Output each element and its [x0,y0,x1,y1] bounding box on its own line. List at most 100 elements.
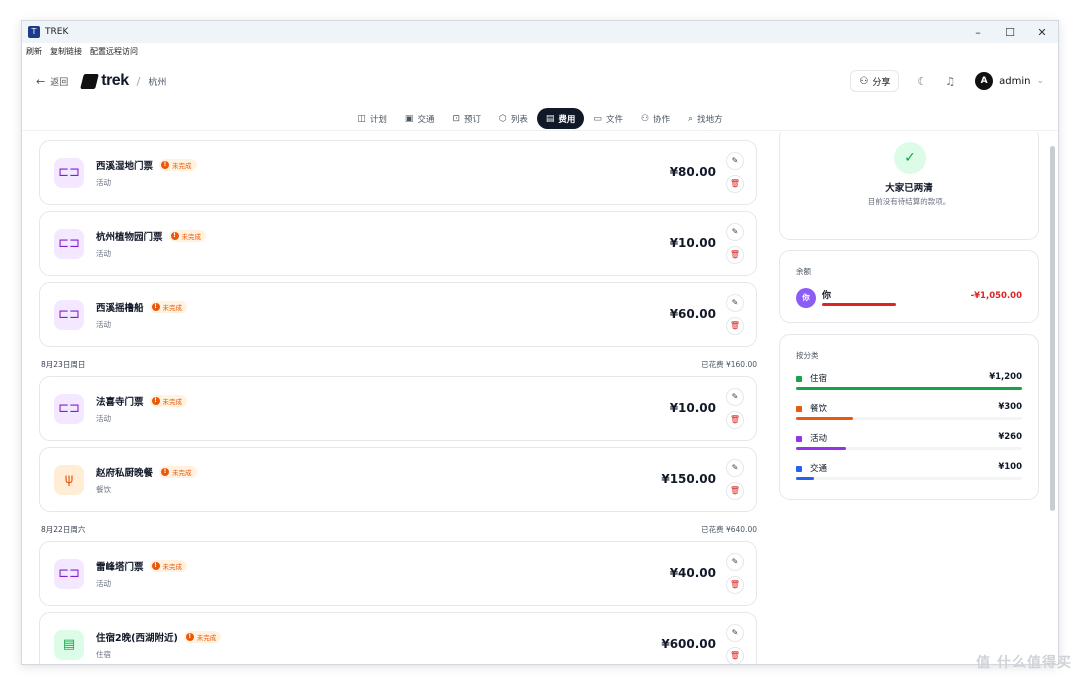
activity-icon: ⊏⊐ [54,559,84,589]
status-badge: ! 未完成 [159,466,197,478]
alert-icon: ! [170,232,179,240]
tab-3[interactable]: ⬡ 列表 [490,108,537,129]
user-menu[interactable]: A admin ⌄ [975,72,1044,90]
tab-label: 协作 [653,114,671,125]
expense-category: 餐饮 [96,485,111,494]
menu-refresh[interactable]: 刷新 [26,46,42,57]
tab-2[interactable]: ⊡ 预订 [443,108,490,129]
category-bar-track [796,417,1022,420]
tab-6[interactable]: ⚇ 协作 [632,108,679,129]
users-icon: ⚇ [640,113,650,124]
category-bar-fill [796,387,1022,390]
status-text: 未完成 [181,233,202,241]
tab-7[interactable]: ⌕ 找地方 [679,108,732,129]
expense-amount: ¥60.00 [669,307,716,321]
breadcrumb-trip: 杭州 [148,77,167,88]
category-name: 交通 [810,464,828,474]
watermark: 值 什么值得买 [976,655,1072,671]
status-text: 未完成 [162,304,183,312]
bell-icon[interactable]: ♫ [945,75,955,88]
pencil-icon: ✎ [731,298,739,307]
folder-icon: ▭ [593,113,602,124]
delete-button[interactable]: 🗑 [726,411,744,429]
pencil-icon: ✎ [731,156,739,165]
scrollbar[interactable] [1050,146,1055,511]
category-bar-track [796,387,1022,390]
expense-amount: ¥600.00 [661,637,716,651]
status-text: 未完成 [162,398,183,406]
tab-1[interactable]: ▣ 交通 [396,108,444,129]
pencil-icon: ✎ [731,628,739,637]
tab-label: 列表 [510,114,528,125]
main-content: 8月24日周一已花费 ¥150.00⊏⊐西溪湿地门票!未完成活动¥80.00✎🗑… [22,132,1058,664]
day-spent: 已花费 ¥160.00 [701,360,757,369]
balance-label: 余额 [796,267,811,276]
search-icon: ⌕ [688,113,694,124]
maximize-button[interactable]: ☐ [994,26,1026,39]
settled-subtitle: 目前没有待结算的款项。 [867,197,951,206]
category-color-dot [796,436,802,442]
window-title: TREK [45,27,69,37]
expense-item[interactable]: ⊏⊐ 西溪湿地门票! 未完成 活动 ¥80.00 ✎ 🗑 [39,140,757,205]
tab-4[interactable]: ▤ 费用 [536,108,585,129]
day-header: 8月23日周日 已花费 ¥160.00 [41,359,757,370]
category-amount: ¥1,200 [989,372,1022,382]
expense-item[interactable]: ⊏⊐ 法喜寺门票! 未完成 活动 ¥10.00 ✎ 🗑 [39,376,757,441]
status-text: 未完成 [172,469,192,477]
delete-button[interactable]: 🗑 [726,317,744,335]
edit-button[interactable]: ✎ [726,152,744,170]
minimize-button[interactable]: – [962,26,994,39]
share-button[interactable]: ⚇ 分享 [850,70,900,92]
users-icon: ⚇ [859,75,869,87]
pencil-icon: ✎ [731,463,739,472]
delete-button[interactable]: 🗑 [726,175,744,193]
expense-name: 西溪摇橹船 [96,303,144,314]
expense-item[interactable]: ▤ 住宿2晚(西湖附近)! 未完成 住宿 ¥600.00 ✎ 🗑 [39,612,757,664]
expense-item[interactable]: ⊏⊐ 西溪摇橹船! 未完成 活动 ¥60.00 ✎ 🗑 [39,282,757,347]
expense-item[interactable]: ⊏⊐ 雷峰塔门票! 未完成 活动 ¥40.00 ✎ 🗑 [39,541,757,606]
edit-button[interactable]: ✎ [726,553,744,571]
menu-bar: 刷新 复制链接 配置远程访问 [22,43,1058,60]
brand-logo[interactable]: trek [80,72,129,90]
app-icon: T [28,26,40,38]
edit-button[interactable]: ✎ [726,223,744,241]
settled-title: 大家已两清 [885,183,933,194]
edit-button[interactable]: ✎ [726,624,744,642]
expense-item[interactable]: ⊏⊐ 杭州植物园门票! 未完成 活动 ¥10.00 ✎ 🗑 [39,211,757,276]
expense-item[interactable]: ψ 赵府私厨晚餐! 未完成 餐饮 ¥150.00 ✎ 🗑 [39,447,757,512]
menu-remote-access[interactable]: 配置远程访问 [90,46,138,57]
back-button[interactable]: ← 返回 [36,75,68,88]
tab-0[interactable]: ◫ 计划 [348,108,396,129]
tab-5[interactable]: ▭ 文件 [584,108,632,129]
balance-card: 余额 你 你 -¥1,050.00 [779,250,1039,323]
trash-icon: 🗑 [729,250,741,259]
alert-icon: ! [151,562,160,570]
title-bar: T TREK – ☐ ✕ [22,21,1058,43]
edit-button[interactable]: ✎ [726,459,744,477]
day-date: 8月24日周一 [41,132,85,134]
menu-copy-link[interactable]: 复制链接 [50,46,82,57]
tab-label: 文件 [605,114,623,125]
tab-label: 费用 [558,114,576,125]
trash-icon: 🗑 [729,486,741,495]
pencil-icon: ✎ [731,392,739,401]
delete-button[interactable]: 🗑 [726,647,744,664]
delete-button[interactable]: 🗑 [726,576,744,594]
activity-icon: ⊏⊐ [54,229,84,259]
tab-label: 预订 [464,114,482,125]
day-spent: 已花费 ¥640.00 [701,525,757,534]
category-bar-track [796,477,1022,480]
avatar: A [975,72,994,90]
expense-amount: ¥10.00 [669,401,716,415]
app-header: ← 返回 trek / 杭州 ⚇ 分享 ☾ ♫ A admin ⌄ [22,62,1058,100]
close-button[interactable]: ✕ [1026,26,1058,39]
expense-category: 活动 [96,579,111,588]
delete-button[interactable]: 🗑 [726,482,744,500]
balance-bar [822,303,896,306]
status-badge: ! 未完成 [149,301,188,313]
delete-button[interactable]: 🗑 [726,246,744,264]
moon-icon[interactable]: ☾ [917,75,927,88]
edit-button[interactable]: ✎ [726,294,744,312]
edit-button[interactable]: ✎ [726,388,744,406]
category-row: 交通 ¥100 [796,462,1022,492]
